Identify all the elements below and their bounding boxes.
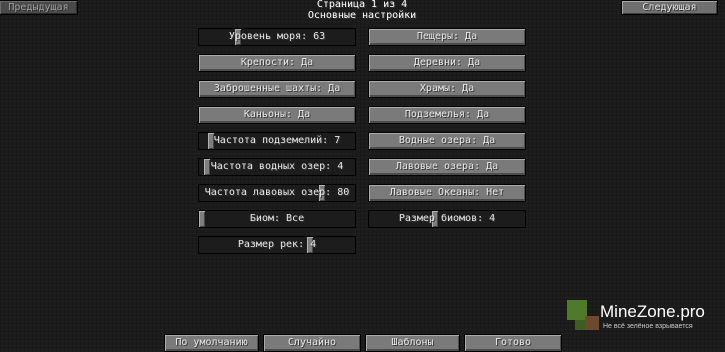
header-bar: Предыдущая Страница 1 из 4 Основные наст… [0,0,725,26]
page-indicator: Страница 1 из 4 [316,0,408,10]
left-slider-6[interactable]: Частота лавовых озер: 80 [198,184,356,202]
slider-label: Размер рек: 4 [237,239,317,250]
left-slider-7[interactable]: Биом: Все [198,210,356,228]
right-toggle-button-5[interactable]: Лавовые озера: Да [368,158,526,176]
left-toggle-button-2[interactable]: Заброшенные шахты: Да [198,80,356,98]
slider-handle[interactable] [199,211,205,227]
right-toggle-button-2[interactable]: Храмы: Да [368,80,526,98]
left-slider-4[interactable]: Частота подземелий: 7 [198,132,356,150]
next-page-button[interactable]: Следующая [621,0,718,15]
slider-label: Частота подземелий: 7 [213,135,341,146]
watermark: MineZone.pro Не всё зелёное взрывается [560,298,725,350]
left-toggle-button-1[interactable]: Крепости: Да [198,54,356,72]
watermark-tagline: Не всё зелёное взрывается [603,323,693,330]
section-title: Основные настройки [307,10,417,21]
defaults-button[interactable]: По умолчанию [164,334,259,352]
previous-page-button[interactable]: Предыдущая [0,0,78,15]
slider-label: Уровень моря: 63 [228,31,326,42]
right-toggle-button-4[interactable]: Водные озера: Да [368,132,526,150]
slider-label: Размер биомов: 4 [398,213,496,224]
right-toggle-button-3[interactable]: Подземелья: Да [368,106,526,124]
right-toggle-button-6[interactable]: Лавовые Океаны: Нет [368,184,526,202]
slider-label: Частота водных озер: 4 [210,161,344,172]
watermark-site-name: MineZone.pro [600,302,705,321]
left-slider-5[interactable]: Частота водных озер: 4 [198,158,356,176]
right-toggle-button-0[interactable]: Пещеры: Да [368,28,526,46]
left-toggle-button-3[interactable]: Каньоны: Да [198,106,356,124]
random-button[interactable]: Случайно [263,334,361,352]
page-title: Страница 1 из 4 Основные настройки [262,0,462,21]
slider-label: Частота лавовых озер: 80 [204,187,350,198]
left-slider-8[interactable]: Размер рек: 4 [198,236,356,254]
slider-label: Биом: Все [249,213,305,224]
presets-button[interactable]: Шаблоны [365,334,460,352]
right-slider-7[interactable]: Размер биомов: 4 [368,210,526,228]
right-toggle-button-1[interactable]: Деревни: Да [368,54,526,72]
slider-handle[interactable] [204,159,210,175]
done-button[interactable]: Готово [464,334,562,352]
left-slider-0[interactable]: Уровень моря: 63 [198,28,356,46]
